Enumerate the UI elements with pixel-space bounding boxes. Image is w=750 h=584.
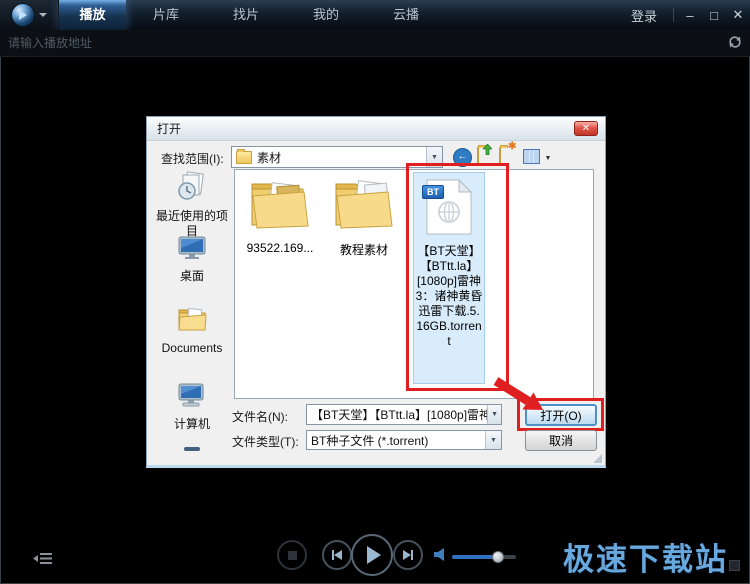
folder-icon xyxy=(236,151,252,164)
sidebar-item-documents[interactable]: Documents xyxy=(151,305,233,356)
resize-grip-icon[interactable] xyxy=(593,454,602,463)
close-button[interactable]: ✕ xyxy=(726,7,750,23)
sidebar-item-computer[interactable]: 计算机 xyxy=(151,381,233,432)
play-icon xyxy=(367,546,381,564)
network-icon xyxy=(184,447,200,451)
watermark-badge-icon xyxy=(729,560,740,571)
tab-cloud[interactable]: 云播 xyxy=(366,0,446,30)
next-button[interactable] xyxy=(393,540,423,570)
app-menu-button[interactable] xyxy=(0,0,59,30)
bt-badge: BT xyxy=(422,185,444,199)
recent-items-icon xyxy=(176,171,208,201)
documents-folder-icon xyxy=(176,305,208,333)
look-in-label: 查找范围(I): xyxy=(161,150,224,167)
file-type-combobox[interactable]: BT种子文件 (*.torrent) ▼ xyxy=(306,430,502,450)
cancel-button[interactable]: 取消 xyxy=(525,430,597,451)
player-window: 播放 片库 找片 我的 云播 登录 – □ ✕ 请输入播放地址 打开 ✕ xyxy=(0,0,750,584)
sidebar-item-label: 计算机 xyxy=(151,417,233,432)
app-logo-icon xyxy=(11,3,35,27)
tab-find[interactable]: 找片 xyxy=(206,0,286,30)
computer-icon xyxy=(176,381,208,409)
dialog-title: 打开 xyxy=(147,117,605,141)
title-bar: 播放 片库 找片 我的 云播 登录 – □ ✕ xyxy=(0,0,750,30)
play-button[interactable] xyxy=(351,534,393,576)
previous-button[interactable] xyxy=(322,540,352,570)
file-type-label: 文件类型(T): xyxy=(232,433,299,450)
folder-item[interactable]: 教程素材 xyxy=(325,176,403,258)
new-folder-icon[interactable]: ✱ xyxy=(499,148,501,166)
sidebar-item-network-partial[interactable] xyxy=(151,447,233,451)
chevron-down-icon[interactable]: ▼ xyxy=(485,431,501,449)
back-icon[interactable]: ← xyxy=(453,148,472,167)
folder-icon xyxy=(248,176,312,232)
window-controls: 登录 – □ ✕ xyxy=(619,0,750,30)
views-menu-icon[interactable]: ▼ xyxy=(523,149,551,169)
folder-name: 93522.169... xyxy=(241,241,319,255)
open-button[interactable]: 打开(O) xyxy=(525,404,597,426)
previous-icon xyxy=(334,550,342,560)
file-name-label: 文件名(N): xyxy=(232,408,288,425)
divider xyxy=(673,8,674,22)
sidebar-item-recent[interactable]: 最近使用的项目 xyxy=(151,171,233,239)
grid-icon xyxy=(523,149,540,164)
file-list[interactable]: 93522.169... 教程素材 xyxy=(234,169,594,399)
stop-button[interactable] xyxy=(277,540,307,570)
look-in-combobox[interactable]: 素材 ▼ xyxy=(231,146,443,168)
volume-handle[interactable] xyxy=(492,551,504,563)
tab-library[interactable]: 片库 xyxy=(126,0,206,30)
sidebar-item-label: 桌面 xyxy=(151,269,233,284)
next-icon xyxy=(411,550,413,560)
open-file-dialog: 打开 ✕ 查找范围(I): 素材 ▼ ← ✱ ▼ xyxy=(146,116,606,468)
dialog-close-button[interactable]: ✕ xyxy=(574,121,598,136)
folder-icon xyxy=(332,176,396,232)
login-button[interactable]: 登录 xyxy=(619,6,669,25)
torrent-file-name: 【BT天堂】【BTtt.la】[1080p]雷神3：诸神黄昏迅雷下载.5.16G… xyxy=(414,244,484,349)
player-controls: 极速下载站 xyxy=(0,528,750,584)
desktop-icon xyxy=(177,235,207,261)
playlist-toggle-icon[interactable] xyxy=(33,552,53,570)
file-name-value: 【BT天堂】【BTtt.la】[1080p]雷神3: 诸 xyxy=(311,406,487,423)
folder-name: 教程素材 xyxy=(325,241,403,258)
look-in-value: 素材 xyxy=(257,149,281,166)
torrent-file-item[interactable]: BT 【BT天堂】【BTtt.la】[1080p]雷神3：诸神黄昏迅雷下载.5.… xyxy=(413,172,485,384)
maximize-button[interactable]: □ xyxy=(702,8,726,23)
minimize-button[interactable]: – xyxy=(678,8,702,23)
up-folder-icon[interactable] xyxy=(477,148,479,166)
chevron-down-icon[interactable]: ▼ xyxy=(426,147,442,167)
sidebar-item-desktop[interactable]: 桌面 xyxy=(151,235,233,284)
sidebar-item-label: Documents xyxy=(151,341,233,356)
tab-mine[interactable]: 我的 xyxy=(286,0,366,30)
playback-address-bar[interactable]: 请输入播放地址 xyxy=(0,30,750,57)
file-type-value: BT种子文件 (*.torrent) xyxy=(311,432,428,449)
tab-play[interactable]: 播放 xyxy=(59,0,126,30)
chevron-down-icon[interactable]: ▼ xyxy=(487,405,501,424)
file-name-combobox[interactable]: 【BT天堂】【BTtt.la】[1080p]雷神3: 诸 ▼ xyxy=(306,404,502,425)
stop-icon xyxy=(288,551,297,560)
folder-item[interactable]: 93522.169... xyxy=(241,176,319,255)
chevron-down-icon xyxy=(39,13,47,17)
address-placeholder: 请输入播放地址 xyxy=(8,30,92,56)
next-icon xyxy=(403,550,411,560)
volume-icon[interactable] xyxy=(434,548,446,566)
places-sidebar: 最近使用的项目 桌面 Documents xyxy=(151,171,233,459)
watermark: 极速下载站 xyxy=(563,534,728,579)
refresh-icon[interactable] xyxy=(728,35,742,54)
volume-slider[interactable] xyxy=(452,555,516,559)
